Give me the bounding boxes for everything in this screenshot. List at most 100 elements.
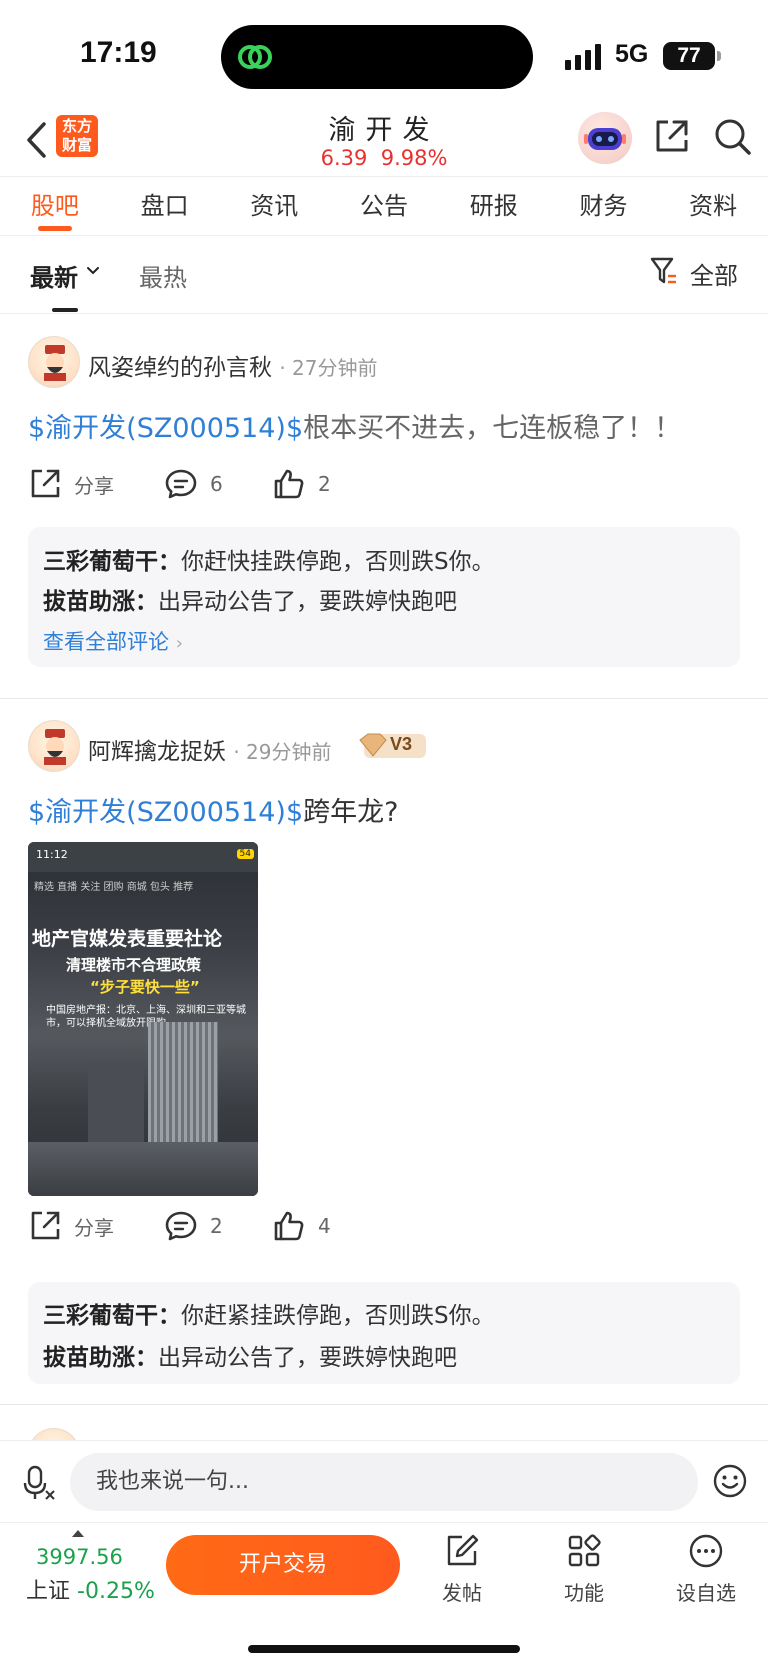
post-image[interactable]: 11:12 54 精选 直播 关注 团购 商城 包头 推荐 地产官媒发表重要社论… [28,842,258,1196]
filter-all[interactable]: 全部 [690,256,738,291]
comment-reply: 拔苗助涨：出异动公告了，要跌婷快跑吧 [43,1345,457,1371]
like-button[interactable]: 2 [272,464,331,504]
sort-latest[interactable]: 最新 [30,258,78,312]
post-button[interactable]: 发帖 [412,1533,512,1606]
comment-preview[interactable]: 三彩葡萄干：你赶快挂跌停跑，否则跌S你。 拔苗助涨：出异动公告了，要跌婷快跑吧 … [28,527,740,667]
tab-announcements[interactable]: 公告 [329,177,439,235]
index-line[interactable]: 上证 -0.25% [26,1573,155,1605]
post-actions: 分享 6 2 [28,464,728,504]
index-value[interactable]: 3997.56 [36,1545,123,1569]
username[interactable]: 风姿绰约的孙言秋 [88,355,272,381]
level-badge: V3 [358,732,428,760]
image-subline: 清理楼市不合理政策 [66,956,202,974]
network-type: 5G [615,40,649,68]
see-all-comments-link[interactable]: 查看全部评论 › [43,626,183,656]
grid-apps-icon [568,1534,601,1567]
stock-tag-link[interactable]: $渝开发(SZ000514)$ [28,413,303,444]
comment-count: 2 [210,1214,223,1238]
caishen-avatar-icon [44,729,66,765]
caishen-avatar-icon [44,345,66,381]
index-name: 上证 [26,1579,71,1604]
tab-finance[interactable]: 财务 [549,177,659,235]
section-tabs: 股吧 盘口 资讯 公告 研报 财务 资料 [0,176,768,236]
back-icon[interactable] [24,120,48,160]
like-button[interactable]: 4 [272,1206,331,1246]
index-change: -0.25% [77,1579,155,1604]
status-bar: 17:19 5G 77 [0,0,768,108]
user-avatar[interactable] [28,336,80,388]
post-time: 29分钟前 [246,740,332,764]
filter-row: 最新 最热 全部 [0,236,768,314]
share-button[interactable]: 分享 [28,464,114,504]
stock-price-line: 6.39 9.98% [234,146,534,170]
image-tabs: 精选 直播 关注 团购 商城 包头 推荐 [34,882,194,893]
link-icon [238,45,272,69]
tab-news[interactable]: 资讯 [219,177,329,235]
share-icon [31,1211,60,1240]
share-button[interactable]: 分享 [28,1206,114,1246]
battery-tip [717,51,721,61]
comment-reply: 拔苗助涨：出异动公告了，要跌婷快跑吧 [43,589,457,615]
tab-profile[interactable]: 资料 [658,177,768,235]
filter-icon[interactable] [650,256,678,286]
home-indicator[interactable] [248,1645,520,1653]
post-content[interactable]: $渝开发(SZ000514)$跨年龙? [28,790,398,829]
comment-input[interactable]: 我也来说一句... [70,1453,698,1511]
comment-reply: 三彩葡萄干：你赶快挂跌停跑，否则跌S你。 [43,549,495,575]
chevron-right-icon: › [175,633,183,654]
post-item[interactable]: 风姿绰约的孙言秋 · 27分钟前 $渝开发(SZ000514)$根本买不进去，七… [0,314,768,698]
like-count: 4 [318,1214,331,1238]
thumbs-up-icon [274,469,304,499]
stock-price: 6.39 [320,146,368,170]
user-avatar[interactable] [28,720,80,772]
add-watchlist-button[interactable]: 设自选 [656,1533,756,1606]
tab-pankou[interactable]: 盘口 [110,177,220,235]
username[interactable]: 阿辉擒龙捉妖 [88,739,226,765]
thumbs-up-icon [274,1211,304,1241]
post-time: 27分钟前 [292,356,378,380]
image-quote: “步子要快一些” [90,978,200,996]
app-logo: 东方 财富 [56,115,98,157]
stock-header: 东方 财富 渝开发 6.39 9.98% [0,108,768,176]
post-user-line: 风姿绰约的孙言秋 · 27分钟前 [88,355,378,381]
comment-icon [165,1211,197,1241]
comment-icon [165,469,197,499]
open-account-trade-button[interactable]: 开户交易 [166,1535,400,1595]
comment-count: 6 [210,472,223,496]
comment-bar: 我也来说一句... [0,1440,768,1522]
share-icon [31,469,60,498]
comment-preview[interactable]: 三彩葡萄干：你赶紧挂跌停跑，否则跌S你。 拔苗助涨：出异动公告了，要跌婷快跑吧 [28,1282,740,1384]
tab-research[interactable]: 研报 [439,177,549,235]
comment-button[interactable]: 6 [164,464,223,504]
status-time: 17:19 [80,36,157,69]
stock-tag-link[interactable]: $渝开发(SZ000514)$ [28,797,303,828]
post-actions: 分享 2 4 [28,1206,728,1246]
search-icon[interactable] [712,116,752,156]
voice-input-icon[interactable] [22,1463,56,1501]
image-headline: 地产官媒发表重要社论 [32,928,223,950]
expand-arrow-icon[interactable] [72,1530,84,1537]
image-status-bar: 11:12 54 [28,842,258,872]
stock-change: 9.98% [380,146,448,170]
tab-guba[interactable]: 股吧 [0,177,110,235]
like-count: 2 [318,472,331,496]
ai-assistant-icon[interactable] [578,112,632,164]
stock-name: 渝开发 [328,115,440,146]
share-icon[interactable] [652,116,692,156]
post-user-line: 阿辉擒龙捉妖 · 29分钟前 [88,739,332,765]
comment-button[interactable]: 2 [164,1206,223,1246]
post-item[interactable]: 阿辉擒龙捉妖 · 29分钟前 V3 $渝开发(SZ000514)$跨年龙? 11… [0,698,768,1404]
comment-reply: 三彩葡萄干：你赶紧挂跌停跑，否则跌S你。 [43,1303,495,1329]
dynamic-island [221,25,533,89]
divider [0,1404,768,1405]
function-button[interactable]: 功能 [534,1533,634,1606]
edit-icon [447,1534,479,1566]
sort-hot[interactable]: 最热 [139,258,187,293]
more-circle-icon [689,1534,723,1568]
emoji-icon[interactable] [712,1463,748,1499]
building [28,1142,258,1196]
signal-icon [565,44,601,70]
battery-indicator: 77 [663,42,715,70]
chevron-down-icon[interactable] [86,266,100,276]
post-content[interactable]: $渝开发(SZ000514)$根本买不进去，七连板稳了！！ [28,406,681,445]
